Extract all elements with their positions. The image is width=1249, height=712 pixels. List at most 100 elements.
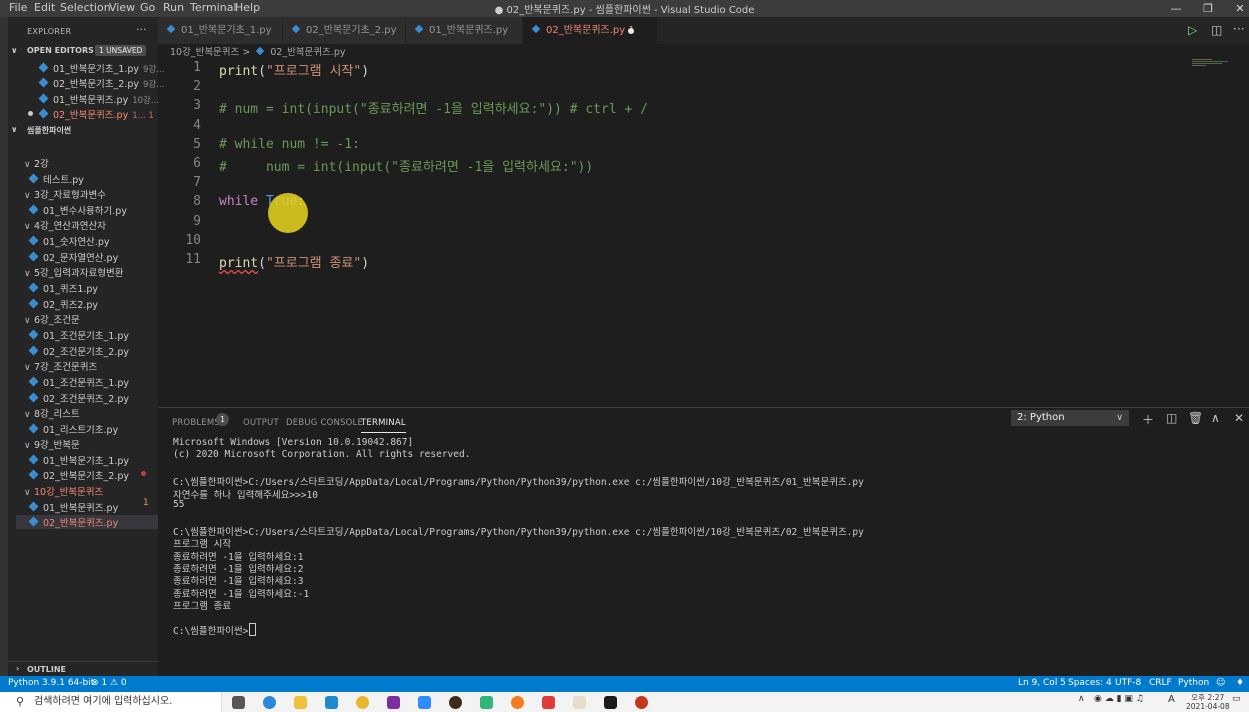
file-item[interactable]: 02_조건문기초_2.py	[28, 344, 129, 358]
minimap[interactable]	[1192, 58, 1232, 70]
onenote-icon[interactable]	[387, 696, 400, 709]
app-icon[interactable]	[542, 696, 555, 709]
tab-01-basics-1[interactable]: 01_반복문기초_1.py	[158, 17, 282, 44]
folder-item[interactable]: ∨ 6강_조건문	[24, 312, 80, 326]
breadcrumb-file[interactable]: 02_반복문퀴즈.py	[270, 47, 345, 58]
end-of-line[interactable]: CRLF	[1149, 678, 1172, 688]
file-item[interactable]: 02_문자열연산.py	[28, 250, 118, 264]
code-line-11[interactable]: print("프로그램 종료")	[219, 252, 369, 271]
menu-view[interactable]: View	[109, 1, 135, 14]
task-view-icon[interactable]	[232, 696, 245, 709]
app-icon[interactable]	[480, 696, 493, 709]
code-line-6[interactable]: # num = int(input("종료하려면 -1을 입력하세요:"))	[219, 156, 593, 175]
chrome-icon[interactable]	[356, 696, 369, 709]
folder-item[interactable]: ∨ 5강_입력과자료형변환	[24, 265, 123, 279]
language-mode[interactable]: Python	[1178, 678, 1209, 688]
file-item[interactable]: 02_반복문기초_2.py	[28, 468, 129, 482]
folder-item[interactable]: ∨ 3강_자료형과변수	[24, 187, 106, 201]
open-editor-item[interactable]: 01_반복문퀴즈.py 10강...	[38, 92, 159, 106]
clock[interactable]: 오후 2:27 2021-04-08	[1186, 693, 1230, 711]
open-editor-item[interactable]: 02_반복문기초_2.py 9강...	[38, 76, 164, 90]
split-editor-icon[interactable]: ◫	[1211, 23, 1222, 37]
file-item[interactable]: 02_퀴즈2.py	[28, 297, 98, 311]
folder-item[interactable]: ∨ 7강_조건문퀴즈	[24, 359, 97, 373]
outline-section[interactable]: › OUTLINE	[8, 661, 158, 677]
file-item[interactable]: 02_조건문퀴즈_2.py	[28, 391, 129, 405]
menu-help[interactable]: Help	[235, 1, 260, 14]
app-icon[interactable]	[573, 696, 586, 709]
indentation[interactable]: Spaces: 4	[1068, 678, 1112, 688]
file-item[interactable]: 01_리스트기초.py	[28, 422, 118, 436]
tab-debug-console[interactable]: DEBUG CONSOLE	[286, 418, 363, 428]
cursor-position[interactable]: Ln 9, Col 5	[1018, 678, 1066, 688]
code-line-5[interactable]: # while num != -1:	[219, 137, 360, 152]
encoding[interactable]: UTF-8	[1115, 678, 1141, 688]
folder-item[interactable]: ∨ 8강_리스트	[24, 406, 80, 420]
powerpoint-icon[interactable]	[635, 696, 648, 709]
tab-output[interactable]: OUTPUT	[243, 418, 279, 428]
outline-label[interactable]: OUTLINE	[27, 665, 66, 674]
outline-chevron-icon[interactable]: ›	[16, 664, 19, 673]
file-item[interactable]: 01_숫자연산.py	[28, 234, 109, 248]
breadcrumb-folder[interactable]: 10강_반복문퀴즈	[170, 47, 239, 58]
workspace-chevron-icon[interactable]: ∨	[11, 125, 18, 134]
tab-terminal[interactable]: TERMINAL	[361, 418, 406, 433]
file-item[interactable]: 01_조건문기초_1.py	[28, 328, 129, 342]
unsaved-dot-icon[interactable]	[628, 28, 634, 34]
notification-center-icon[interactable]: ▭	[1232, 694, 1241, 704]
more-actions-icon[interactable]: ···	[136, 23, 147, 36]
file-item[interactable]: 01_퀴즈1.py	[28, 281, 98, 295]
open-editor-item[interactable]: 01_반복문기초_1.py 9강...	[38, 61, 164, 75]
tab-02-basics-2[interactable]: 02_반복문기초_2.py	[283, 17, 405, 44]
folder-item[interactable]: ∨ 4강_연산과연산자	[24, 218, 106, 232]
more-actions-icon[interactable]: ···	[1233, 22, 1244, 36]
taskbar-search[interactable]: ⚲ 검색하려면 여기에 입력하십시오.	[0, 692, 222, 712]
minimize-button[interactable]: —	[1161, 0, 1191, 17]
folder-item[interactable]: ∨ 9강_반복문	[24, 437, 80, 451]
tab-01-quiz[interactable]: 01_반복문퀴즈.py	[406, 17, 522, 44]
menu-run[interactable]: Run	[163, 1, 184, 14]
open-editors-chevron-icon[interactable]: ∨	[11, 46, 18, 55]
trash-icon[interactable]: 🗑	[1188, 411, 1203, 425]
file-item[interactable]: 01_변수사용하기.py	[28, 203, 127, 217]
file-item[interactable]: 02_반복문퀴즈.py	[16, 515, 158, 529]
file-item[interactable]: 테스트.py	[28, 172, 84, 186]
open-editors-label[interactable]: OPEN EDITORS	[27, 46, 94, 55]
feedback-icon[interactable]: ☺	[1216, 678, 1225, 688]
folder-item[interactable]: ∨ 10강_반복문퀴즈	[24, 484, 103, 498]
app-icon[interactable]	[511, 696, 524, 709]
restore-button[interactable]: ❐	[1193, 0, 1223, 17]
python-interpreter[interactable]: Python 3.9.1 64-bit	[8, 678, 94, 688]
file-item[interactable]: 01_반복문퀴즈.py	[28, 500, 118, 514]
maximize-panel-icon[interactable]: ∧	[1211, 411, 1220, 425]
edge-icon[interactable]	[263, 696, 276, 709]
tab-02-quiz-active[interactable]: 02_반복문퀴즈.py 1	[523, 17, 657, 44]
code-line-3[interactable]: # num = int(input("종료하려면 -1을 입력하세요:")) #…	[219, 98, 648, 117]
ime-indicator[interactable]: A	[1168, 694, 1175, 705]
code-line-1[interactable]: print("프로그램 시작")	[219, 60, 369, 79]
tray-chevron-icon[interactable]: ∧	[1078, 694, 1085, 704]
menu-go[interactable]: Go	[140, 1, 155, 14]
zoom-icon[interactable]	[418, 696, 431, 709]
menu-terminal[interactable]: Terminal	[190, 1, 237, 14]
close-panel-icon[interactable]: ✕	[1234, 411, 1244, 425]
run-icon[interactable]: ▷	[1188, 23, 1197, 37]
folder-item[interactable]: ∨ 2강	[24, 156, 49, 170]
file-item[interactable]: 01_조건문퀴즈_1.py	[28, 375, 129, 389]
menu-file[interactable]: File	[9, 1, 27, 14]
new-terminal-icon[interactable]: ＋	[1142, 411, 1154, 428]
tray-icons[interactable]: ◉ ☁ ▮ ▣ ♫	[1094, 694, 1144, 704]
tab-problems[interactable]: PROBLEMS	[172, 418, 220, 428]
pycharm-icon[interactable]	[604, 696, 617, 709]
vscode-icon[interactable]	[325, 696, 338, 709]
menu-edit[interactable]: Edit	[34, 1, 55, 14]
notifications-icon[interactable]: ♦	[1236, 678, 1244, 688]
problems-status[interactable]: ⊗ 1 ⚠ 0	[91, 678, 127, 688]
kakaotalk-icon[interactable]	[449, 696, 462, 709]
close-button[interactable]: ✕	[1225, 0, 1249, 17]
file-explorer-icon[interactable]	[294, 696, 307, 709]
file-item[interactable]: 01_반복문기초_1.py	[28, 453, 129, 467]
workspace-label[interactable]: 씸플한파이썬	[27, 125, 71, 136]
menu-selection[interactable]: Selection	[60, 1, 111, 14]
terminal-selector[interactable]: 2: Python ∨	[1011, 410, 1129, 426]
